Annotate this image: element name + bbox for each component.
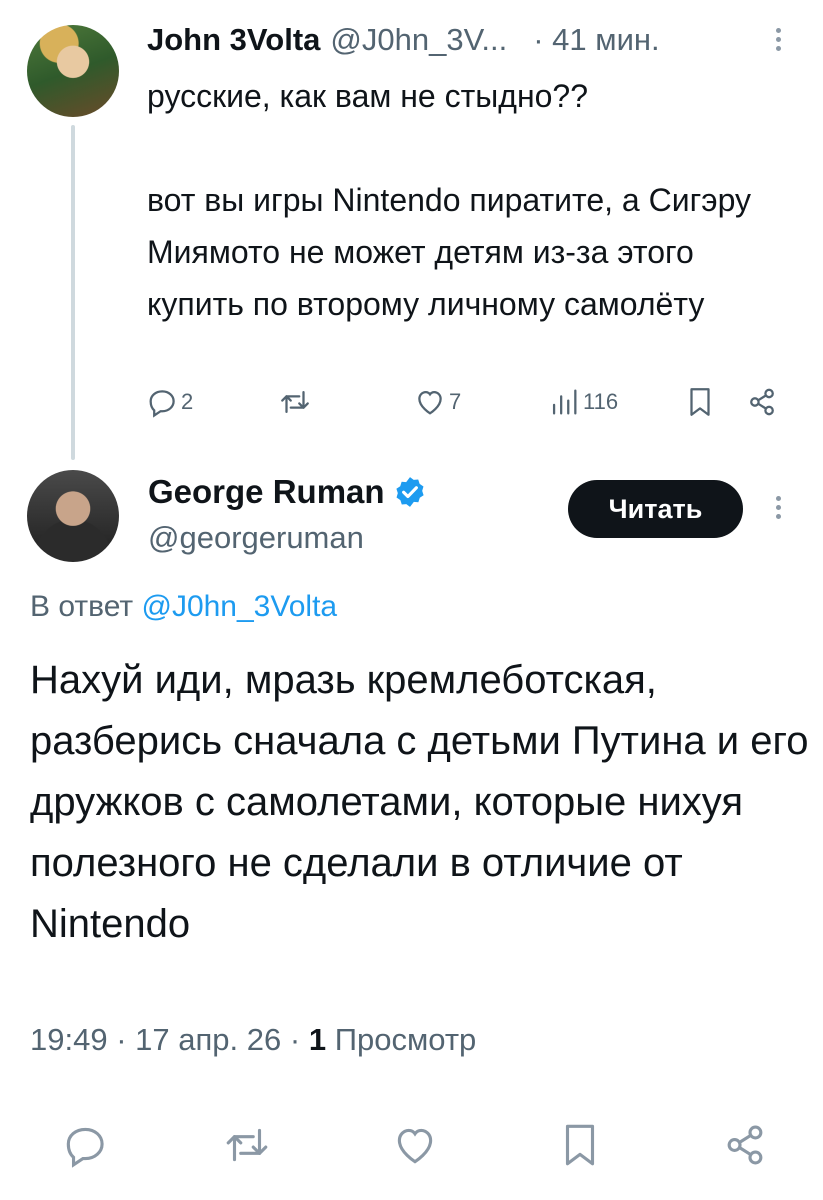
separator: ·: [116, 1022, 127, 1057]
like-button[interactable]: 7: [413, 382, 461, 422]
retweet-icon: [281, 390, 309, 414]
bookmark-button[interactable]: [683, 382, 717, 422]
like-button[interactable]: [390, 1120, 440, 1170]
author-name-row: George Ruman: [148, 470, 427, 514]
separator: ·: [289, 1022, 301, 1057]
share-icon: [727, 1125, 763, 1165]
handle[interactable]: @J0hn_3V...: [330, 22, 507, 58]
handle[interactable]: @georgeruman: [148, 520, 364, 556]
reply-context: В ответ @J0hn_3Volta: [30, 590, 337, 624]
reply-to-link[interactable]: @J0hn_3Volta: [141, 590, 337, 623]
views-label: Просмотр: [334, 1022, 477, 1057]
views-icon: [552, 389, 577, 415]
avatar[interactable]: [27, 470, 119, 562]
display-name[interactable]: George Ruman: [148, 473, 385, 511]
follow-button[interactable]: Читать: [568, 480, 743, 538]
tweet-text: русские, как вам не стыдно?? вот вы игры…: [147, 78, 751, 322]
reply-icon: [149, 390, 175, 418]
like-icon: [397, 1128, 433, 1164]
retweet-button[interactable]: [222, 1120, 272, 1170]
bookmark-icon: [565, 1124, 595, 1166]
bookmark-button[interactable]: [555, 1120, 605, 1170]
reply-button[interactable]: [60, 1120, 110, 1170]
display-name[interactable]: John 3Volta: [147, 22, 320, 58]
tweet-time[interactable]: 19:49: [30, 1022, 108, 1057]
more-icon[interactable]: [772, 24, 784, 60]
avatar[interactable]: [27, 25, 119, 117]
retweet-button[interactable]: [278, 382, 312, 422]
share-button[interactable]: [745, 382, 779, 422]
views-button[interactable]: 116: [547, 382, 618, 422]
share-button[interactable]: [720, 1120, 770, 1170]
like-icon: [418, 390, 442, 415]
reply-icon: [66, 1127, 104, 1168]
tweet-meta: 19:49 · 17 апр. 26 · 1 Просмотр: [30, 1022, 476, 1058]
more-icon[interactable]: [772, 492, 784, 528]
views-count: 1: [308, 1022, 327, 1057]
bookmark-icon: [690, 388, 710, 416]
views-count: 116: [583, 389, 619, 414]
parent-tweet-header: John 3Volta @J0hn_3V... · 41 мин.: [147, 22, 660, 58]
share-icon: [750, 388, 774, 416]
reply-prefix: В ответ: [30, 590, 134, 623]
verified-icon: [395, 477, 424, 507]
reply-button[interactable]: 2: [145, 382, 193, 422]
reply-count: 2: [181, 389, 194, 414]
tweet-date[interactable]: 17 апр. 26: [135, 1022, 281, 1057]
thread-line: [71, 125, 75, 460]
tweet-text: Нахуй иди, мразь кремлеботская, разберис…: [30, 658, 809, 946]
like-count: 7: [449, 389, 462, 414]
retweet-icon: [226, 1128, 268, 1162]
timestamp[interactable]: · 41 мин.: [533, 22, 659, 58]
